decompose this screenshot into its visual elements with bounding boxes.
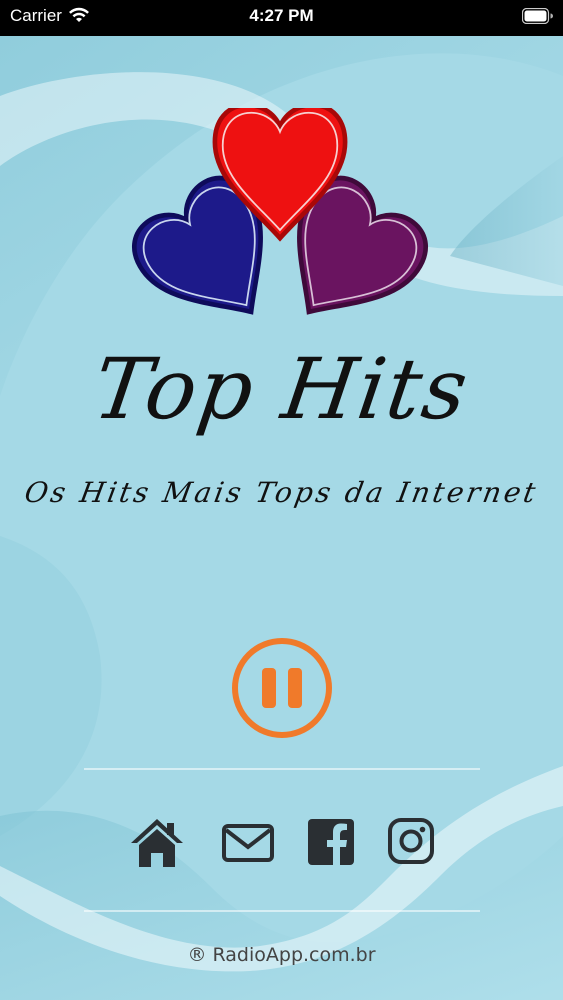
status-bar: Carrier 4:27 PM bbox=[0, 0, 563, 36]
pause-button[interactable] bbox=[230, 636, 334, 740]
divider-top bbox=[84, 768, 480, 770]
email-icon bbox=[222, 824, 274, 862]
pause-icon bbox=[232, 638, 332, 738]
home-button[interactable] bbox=[129, 815, 185, 871]
station-title: Top Hits bbox=[87, 340, 476, 438]
divider-bottom bbox=[84, 910, 480, 912]
three-hearts-logo bbox=[130, 108, 430, 344]
email-button[interactable] bbox=[220, 815, 276, 871]
clock: 4:27 PM bbox=[249, 6, 314, 25]
instagram-button[interactable] bbox=[385, 815, 441, 871]
facebook-icon bbox=[308, 819, 354, 865]
home-icon bbox=[131, 819, 183, 867]
facebook-button[interactable] bbox=[304, 815, 360, 871]
footer-credit[interactable]: ® RadioApp.com.br bbox=[0, 944, 563, 966]
station-slogan: Os Hits Mais Tops da Internet bbox=[22, 476, 541, 509]
instagram-icon bbox=[388, 818, 434, 864]
app-screen: Carrier 4:27 PM Top Hits Os Hits Mais To… bbox=[0, 0, 563, 1000]
battery-icon bbox=[522, 8, 553, 24]
